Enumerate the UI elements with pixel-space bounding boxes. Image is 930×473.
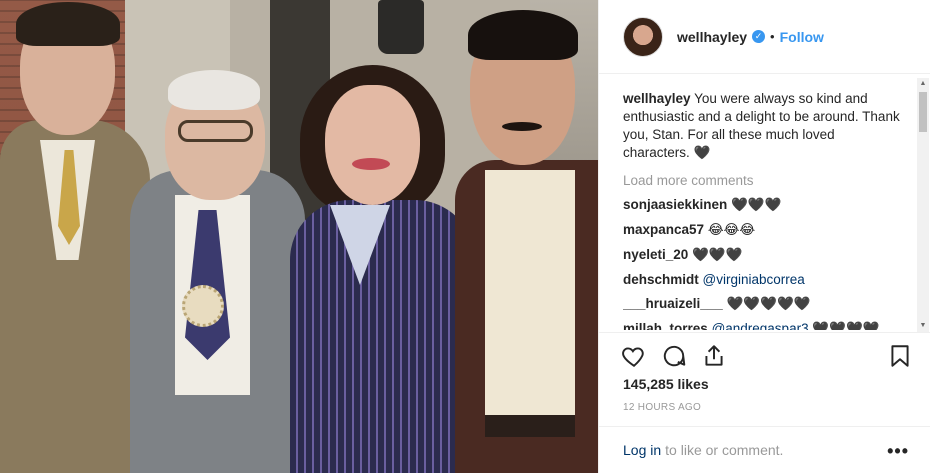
comment-item: nyeleti_20 🖤🖤🖤 (623, 247, 903, 263)
comment-item: sonjaasiekkinen 🖤🖤🖤 (623, 197, 903, 213)
person-3-face (325, 85, 420, 205)
person-2-glasses (178, 120, 253, 142)
post-header: wellhayley ✓ • Follow (599, 0, 930, 74)
login-link[interactable]: Log in (623, 442, 661, 458)
comment-item: millah_torres @andregaspar3 🖤🖤🖤🖤 (623, 321, 903, 330)
load-more-comments-button[interactable]: Load more comments (623, 173, 903, 188)
comment-username[interactable]: maxpanca57 (623, 222, 704, 237)
comment-text: 🖤🖤🖤 (692, 247, 743, 262)
post-timestamp[interactable]: 12 HOURS AGO (623, 402, 701, 413)
scroll-down-arrow-icon[interactable]: ▼ (917, 320, 929, 332)
separator-dot: • (770, 29, 775, 44)
comment-text: 🖤🖤🖤 (731, 197, 782, 212)
post-caption: wellhayley You were always so kind and e… (623, 90, 903, 162)
verified-badge-icon: ✓ (752, 30, 766, 43)
username-link[interactable]: wellhayley (677, 29, 747, 45)
save-bookmark-icon[interactable] (887, 343, 913, 369)
like-heart-icon[interactable] (621, 343, 647, 369)
post-actions (599, 332, 930, 377)
login-prompt-text: to like or comment. (665, 442, 784, 458)
person-4-belt (485, 415, 575, 437)
comment-username[interactable]: dehschmidt (623, 272, 699, 287)
person-3-dress (290, 200, 475, 473)
post-photo[interactable] (0, 0, 598, 473)
comment-item: ___hruaizeli___ 🖤🖤🖤🖤🖤 (623, 296, 903, 312)
post-footer: Log in to like or comment. ••• (599, 426, 930, 473)
photo-lamp (378, 0, 424, 54)
post-sidebar: wellhayley ✓ • Follow wellhayley You wer… (598, 0, 930, 473)
comments-list: wellhayley You were always so kind and e… (623, 90, 903, 330)
person-4-hair (468, 10, 578, 60)
likes-count[interactable]: 145,285 likes (623, 376, 709, 392)
comments-scrollbar[interactable]: ▲ ▼ (917, 78, 929, 332)
comment-username[interactable]: ___hruaizeli___ (623, 296, 723, 311)
person-3-lips (352, 158, 390, 170)
person-2-flower (182, 285, 224, 327)
caption-username[interactable]: wellhayley (623, 91, 691, 106)
comment-username[interactable]: millah_torres (623, 321, 708, 330)
comment-username[interactable]: sonjaasiekkinen (623, 197, 727, 212)
more-options-icon[interactable]: ••• (887, 441, 909, 462)
person-1-hair (16, 2, 120, 46)
comment-text: 🖤🖤🖤🖤 (812, 321, 880, 330)
comment-mention-link[interactable]: @virginiabcorrea (703, 272, 805, 287)
comment-bubble-icon[interactable] (661, 343, 687, 369)
scrollbar-thumb[interactable] (919, 92, 927, 132)
follow-button[interactable]: Follow (780, 29, 824, 45)
person-4-shirt (485, 170, 575, 430)
comment-item: maxpanca57 😂😂😂 (623, 222, 903, 238)
comment-mention-link[interactable]: @andregaspar3 (712, 321, 809, 330)
share-icon[interactable] (701, 343, 727, 369)
person-4-moustache (502, 122, 542, 131)
avatar[interactable] (623, 16, 663, 57)
comment-text: 😂😂😂 (707, 222, 756, 237)
comment-username[interactable]: nyeleti_20 (623, 247, 688, 262)
person-2-hair (168, 70, 260, 110)
comment-item: dehschmidt @virginiabcorrea (623, 272, 903, 287)
comment-text: 🖤🖤🖤🖤🖤 (726, 296, 811, 311)
scroll-up-arrow-icon[interactable]: ▲ (917, 78, 929, 90)
